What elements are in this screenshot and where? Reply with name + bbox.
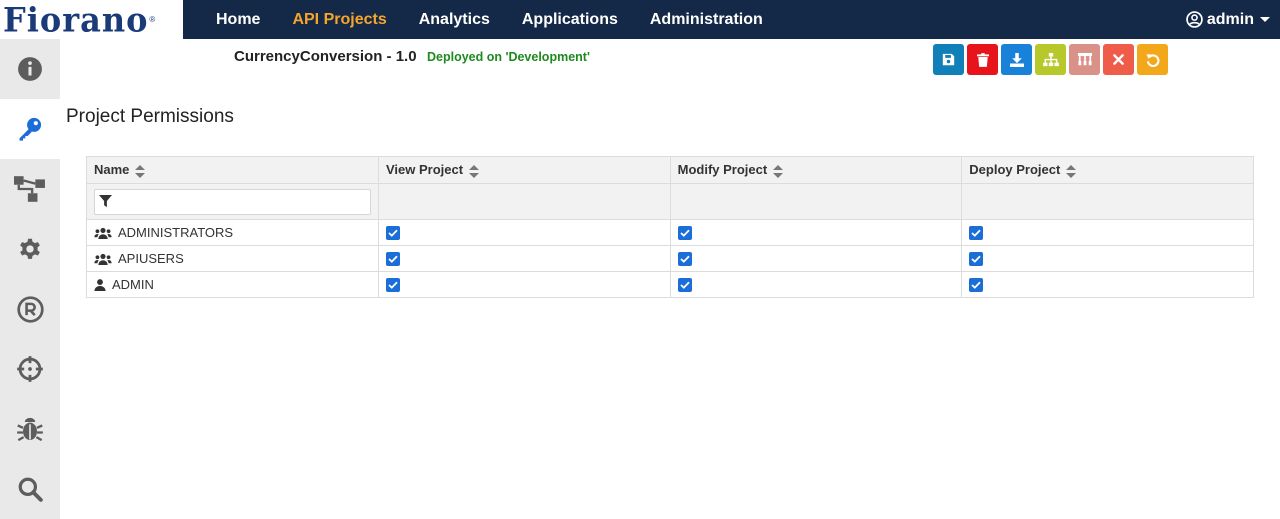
sidebar-item-debug[interactable] <box>0 399 60 459</box>
hierarchy-button[interactable] <box>1069 44 1100 75</box>
users-group-icon <box>94 227 112 239</box>
sidebar-item-registry[interactable] <box>0 279 60 339</box>
sort-icon <box>773 164 784 178</box>
modify-project-checkbox[interactable] <box>677 277 692 292</box>
deploy-project-checkbox[interactable] <box>969 277 984 292</box>
table-row: ADMIN <box>86 271 1254 298</box>
name-filter-input[interactable] <box>94 188 371 215</box>
project-toolbar <box>933 44 1171 75</box>
download-button[interactable] <box>1001 44 1032 75</box>
column-header-deploy[interactable]: Deploy Project <box>961 156 1254 184</box>
table-row: APIUSERS <box>86 245 1254 272</box>
nav-applications[interactable]: Applications <box>522 11 618 29</box>
column-header-view[interactable]: View Project <box>377 156 671 184</box>
save-icon <box>942 53 955 66</box>
section-title: Project Permissions <box>66 106 234 127</box>
close-icon <box>1113 54 1124 65</box>
sidebar-item-settings[interactable] <box>0 219 60 279</box>
permissions-table: Name View Project Modify Project Deploy … <box>86 156 1254 298</box>
user-circle-icon <box>1186 11 1203 28</box>
users-group-icon <box>94 253 112 265</box>
sort-icon <box>469 164 480 178</box>
nav-administration[interactable]: Administration <box>650 11 763 29</box>
check-icon <box>388 281 398 289</box>
table-row: ADMINISTRATORS <box>86 219 1254 246</box>
sidebar-item-target[interactable] <box>0 339 60 399</box>
row-name: APIUSERS <box>118 251 184 266</box>
deploy-project-checkbox[interactable] <box>969 225 984 240</box>
column-header-name[interactable]: Name <box>86 156 379 184</box>
project-title: CurrencyConversion - 1.0 <box>234 48 417 65</box>
check-icon <box>971 255 981 263</box>
user-icon <box>94 278 106 291</box>
trash-icon <box>976 52 989 67</box>
check-icon <box>971 281 981 289</box>
view-project-checkbox[interactable] <box>385 277 400 292</box>
sort-icon <box>135 164 146 178</box>
sitemap-icon <box>1042 52 1059 66</box>
modify-project-checkbox[interactable] <box>677 225 692 240</box>
filter-icon <box>99 195 112 208</box>
undo-button[interactable] <box>1137 44 1168 75</box>
nav-analytics[interactable]: Analytics <box>419 11 490 29</box>
sidebar-item-search[interactable] <box>0 459 60 519</box>
logo-registered-mark: ® <box>149 15 156 24</box>
sort-icon <box>1066 164 1077 178</box>
logo-text: Fiorano <box>3 0 149 40</box>
check-icon <box>680 281 690 289</box>
bug-icon <box>17 417 43 442</box>
sidebar-item-flow[interactable] <box>0 159 60 219</box>
check-icon <box>971 229 981 237</box>
sidebar-item-permissions[interactable] <box>0 99 60 159</box>
crosshair-icon <box>17 356 43 382</box>
undo-icon <box>1145 53 1159 67</box>
table-header-row: Name View Project Modify Project Deploy … <box>86 156 1254 184</box>
flow-icon <box>14 176 45 202</box>
row-name: ADMINISTRATORS <box>118 225 234 240</box>
top-navbar: Fiorano ® Home API Projects Analytics Ap… <box>0 0 1280 39</box>
info-icon <box>18 57 42 81</box>
filter-row <box>86 183 1254 220</box>
view-project-checkbox[interactable] <box>385 251 400 266</box>
key-icon <box>19 117 42 141</box>
hierarchy-icon <box>1077 52 1092 65</box>
download-icon <box>1009 52 1024 67</box>
view-project-checkbox[interactable] <box>385 225 400 240</box>
delete-button[interactable] <box>967 44 998 75</box>
row-name: ADMIN <box>112 277 154 292</box>
sitemap-button[interactable] <box>1035 44 1066 75</box>
deployment-status: Deployed on 'Development' <box>427 50 590 64</box>
modify-project-checkbox[interactable] <box>677 251 692 266</box>
nav-home[interactable]: Home <box>216 11 260 29</box>
deploy-project-checkbox[interactable] <box>969 251 984 266</box>
logo[interactable]: Fiorano ® <box>0 0 183 39</box>
registered-icon <box>16 295 44 323</box>
sidebar-item-info[interactable] <box>0 39 60 99</box>
user-name: admin <box>1206 10 1254 28</box>
check-icon <box>388 255 398 263</box>
nav-api-projects[interactable]: API Projects <box>292 11 386 29</box>
column-header-modify[interactable]: Modify Project <box>669 156 963 184</box>
undeploy-button[interactable] <box>1103 44 1134 75</box>
save-button[interactable] <box>933 44 964 75</box>
check-icon <box>680 229 690 237</box>
gear-icon <box>20 238 40 259</box>
user-menu[interactable]: admin <box>1186 0 1270 39</box>
main-nav: Home API Projects Analytics Applications… <box>200 0 779 39</box>
chevron-down-icon <box>1260 17 1270 22</box>
sidebar <box>0 39 60 519</box>
search-icon <box>18 477 43 502</box>
check-icon <box>680 255 690 263</box>
check-icon <box>388 229 398 237</box>
